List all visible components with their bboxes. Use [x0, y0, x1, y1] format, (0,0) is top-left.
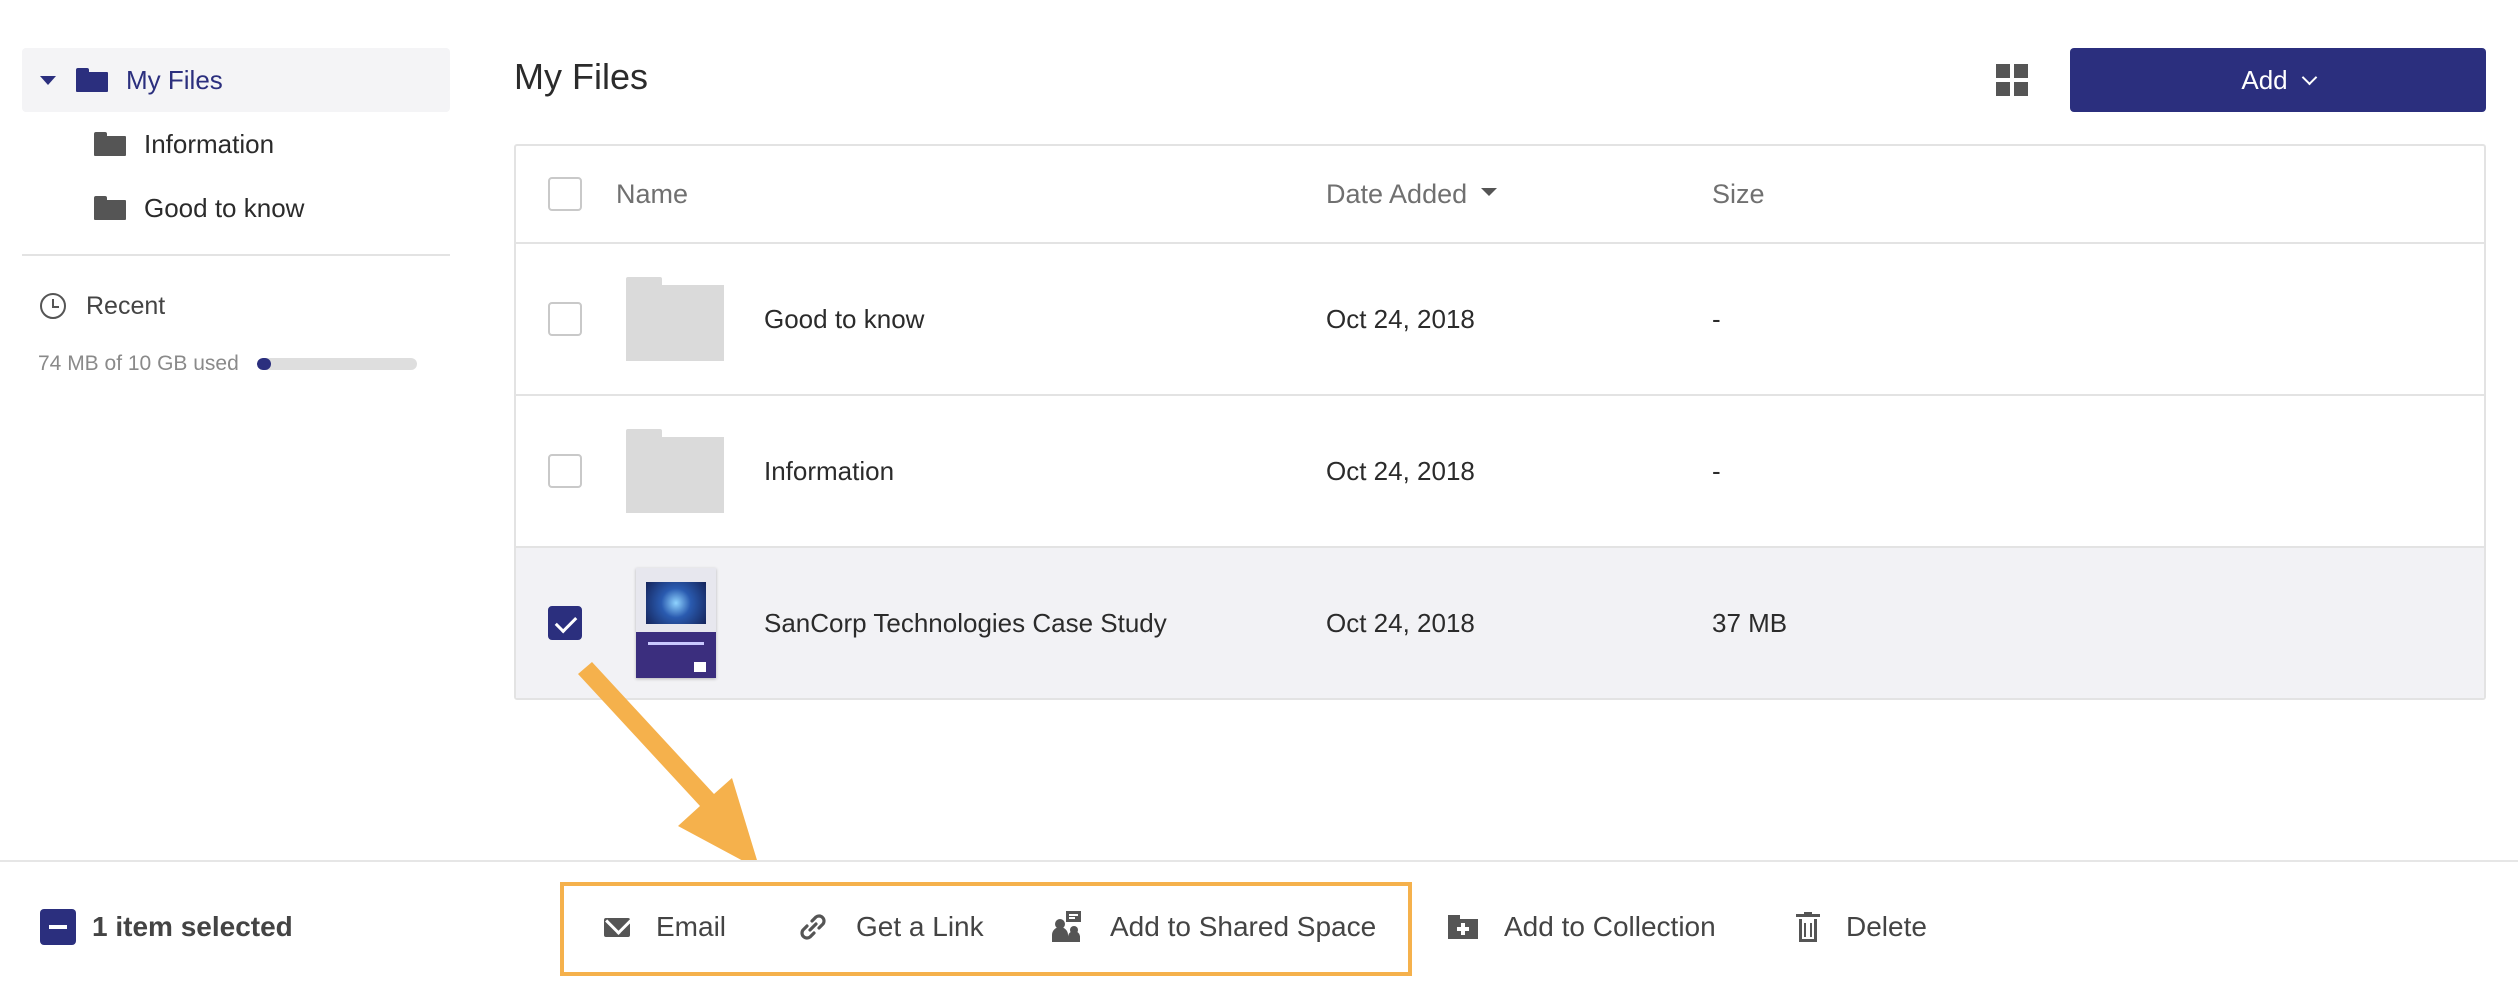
row-checkbox-checked[interactable]: [548, 606, 582, 640]
row-checkbox[interactable]: [548, 302, 582, 336]
table-row-selected[interactable]: SanCorp Technologies Case Study Oct 24, …: [516, 548, 2484, 698]
sidebar-divider: [22, 254, 450, 256]
table-row[interactable]: Information Oct 24, 2018 -: [516, 396, 2484, 548]
select-all-checkbox[interactable]: [548, 177, 582, 211]
email-label: Email: [656, 911, 727, 942]
delete-label: Delete: [1846, 911, 1927, 942]
add-button[interactable]: Add: [2070, 48, 2486, 112]
deselect-all-checkbox[interactable]: [40, 909, 76, 945]
grid-view-icon[interactable]: [1996, 64, 2028, 96]
selection-count-label: 1 item selected: [92, 911, 293, 942]
file-size: -: [1712, 303, 1721, 334]
folder-icon: [76, 68, 108, 92]
caret-down-icon[interactable]: [40, 75, 56, 85]
add-to-shared-space-button[interactable]: Add to Shared Space: [1050, 862, 1376, 992]
storage-text: 74 MB of 10 GB used: [38, 352, 239, 375]
table-header: Name Date Added Size: [516, 146, 2484, 244]
file-size: -: [1712, 455, 1721, 486]
file-date: Oct 24, 2018: [1326, 455, 1475, 486]
column-header-label: Name: [616, 178, 689, 209]
sidebar-item-my-files[interactable]: My Files: [22, 48, 450, 112]
mail-icon: [604, 917, 630, 937]
sidebar-item-recent[interactable]: Recent: [22, 276, 450, 336]
column-header-name[interactable]: Name: [616, 146, 688, 242]
add-to-collection-button[interactable]: Add to Collection: [1448, 862, 1716, 992]
column-header-label: Size: [1712, 178, 1765, 209]
folder-thumbnail-icon: [626, 277, 724, 361]
folder-plus-icon: [1448, 915, 1478, 939]
sidebar-item-good-to-know[interactable]: Good to know: [22, 176, 450, 240]
delete-button[interactable]: Delete: [1796, 862, 1927, 992]
file-date: Oct 24, 2018: [1326, 303, 1475, 334]
sidebar-item-label: Good to know: [144, 192, 305, 223]
trash-icon: [1796, 912, 1820, 942]
link-icon: [800, 914, 826, 940]
page-title: My Files: [514, 56, 648, 97]
column-header-date-added[interactable]: Date Added: [1326, 146, 1498, 242]
selection-count: 1 item selected: [40, 862, 293, 992]
folder-thumbnail-icon: [626, 429, 724, 513]
shared-space-label: Add to Shared Space: [1110, 911, 1377, 942]
sidebar: My Files Information Good to know Recent…: [22, 48, 450, 392]
column-header-size[interactable]: Size: [1712, 146, 1765, 242]
selection-action-bar: 1 item selected Email Get a Link Add to …: [0, 860, 2518, 992]
table-row[interactable]: Good to know Oct 24, 2018 -: [516, 244, 2484, 396]
file-name[interactable]: Good to know: [764, 244, 924, 394]
clock-icon: [40, 293, 66, 319]
add-button-label: Add: [2241, 64, 2288, 95]
row-checkbox[interactable]: [548, 454, 582, 488]
storage-usage: 74 MB of 10 GB used: [22, 336, 450, 392]
sort-descending-icon: [1481, 188, 1498, 196]
sidebar-item-label: Information: [144, 128, 275, 159]
document-thumbnail: [636, 568, 716, 678]
shared-space-icon: [1052, 911, 1081, 942]
collection-label: Add to Collection: [1504, 911, 1716, 942]
file-date: Oct 24, 2018: [1326, 607, 1475, 638]
get-link-label: Get a Link: [856, 911, 984, 942]
sidebar-item-label: My Files: [126, 64, 223, 95]
folder-icon: [94, 196, 126, 220]
column-header-label: Date Added: [1326, 178, 1468, 209]
email-button[interactable]: Email: [604, 862, 726, 992]
get-link-button[interactable]: Get a Link: [796, 862, 984, 992]
sidebar-item-label: Recent: [86, 291, 166, 320]
files-table: Name Date Added Size Good to know Oct 24…: [514, 144, 2486, 700]
chevron-down-icon: [2301, 69, 2317, 85]
storage-bar: [256, 358, 417, 370]
file-size: 37 MB: [1712, 607, 1788, 638]
folder-icon: [94, 132, 126, 156]
storage-bar-fill: [256, 358, 271, 370]
file-name[interactable]: Information: [764, 396, 894, 546]
file-name[interactable]: SanCorp Technologies Case Study: [764, 548, 1167, 698]
sidebar-item-information[interactable]: Information: [22, 112, 450, 176]
